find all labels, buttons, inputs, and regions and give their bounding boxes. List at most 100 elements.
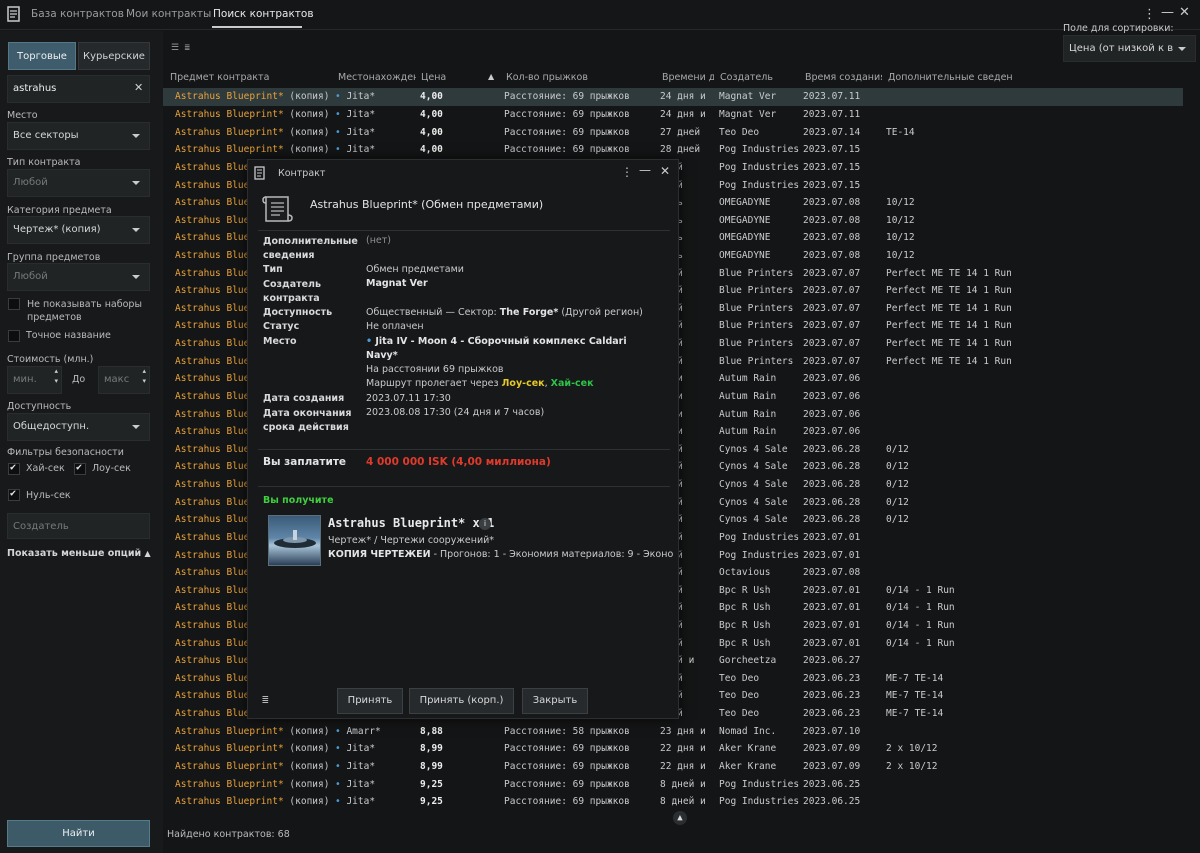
column-header-extra-info[interactable]: Дополнительные сведения <box>888 72 1012 83</box>
dialog-minimize-icon[interactable]: — <box>639 163 651 177</box>
trade-contracts-button[interactable]: Торговые <box>8 42 76 70</box>
kebab-menu-icon[interactable]: ⋮ <box>1143 7 1156 22</box>
hide-bundles-checkbox[interactable] <box>8 298 20 310</box>
region-link[interactable]: The Forge* <box>500 307 559 318</box>
sort-select[interactable]: Цена (от низкой к в <box>1063 35 1196 62</box>
chevron-up-icon: ▲ <box>144 549 151 558</box>
table-row[interactable]: Astrahus Blueprint* (копия) • Jita* 4,00 Ра… <box>163 88 1183 106</box>
blueprint-item-icon[interactable] <box>268 515 321 566</box>
info-icon[interactable]: i <box>479 518 491 530</box>
item-group-select[interactable]: Любой <box>7 263 150 291</box>
list-view-icon[interactable]: ☰ ≣ <box>171 43 190 53</box>
contract-dialog: Контракт ⋮ — ✕ Astrahus Blueprint* (Обме… <box>247 159 679 719</box>
created-date-cell: 2023.07.08 <box>803 214 861 226</box>
close-icon[interactable]: ✕ <box>1179 5 1190 20</box>
item-name[interactable]: Astrahus Blueprint* <box>175 761 284 772</box>
place-select[interactable]: Все секторы <box>7 122 150 150</box>
created-date-cell: 2023.07.07 <box>803 267 861 279</box>
expires-label: Дата окончания срока действия <box>263 408 352 433</box>
clear-search-icon[interactable]: ✕ <box>134 81 143 94</box>
availability-select[interactable]: Общедоступн. <box>7 413 150 441</box>
table-row[interactable]: Astrahus Blueprint* (копия) • Jita* 9,25 Ра… <box>163 776 1183 794</box>
dialog-menu-icon[interactable]: ⋮ <box>621 165 633 179</box>
stepper-icon[interactable]: ▴ ▾ <box>54 367 58 386</box>
table-row[interactable]: Astrahus Blueprint* (копия) • Jita* 9,25 Ра… <box>163 793 1183 811</box>
contract-type-select[interactable]: Любой <box>7 169 150 197</box>
creator-cell: Nomad Inc. <box>719 725 777 737</box>
extra-info-cell: Perfect ME TE 14 1 Run <box>886 320 1012 332</box>
table-row[interactable]: Astrahus Blueprint* (копия) • Jita* 4,00 Ра… <box>163 106 1183 124</box>
table-row[interactable]: Astrahus Blueprint* (копия) • Jita* 4,00 Ра… <box>163 124 1183 142</box>
table-row[interactable]: Astrahus Blueprint* (копия) • Jita* 8,99 Ра… <box>163 740 1183 758</box>
item-name[interactable]: Astrahus Blueprint* <box>175 127 284 138</box>
table-row[interactable]: Astrahus Blueprint* (копия) • Jita* 4,00 Ра… <box>163 141 1183 159</box>
item-name[interactable]: Astrahus Blueprint* <box>175 743 284 754</box>
tab-contract-base[interactable]: База контрактов <box>31 8 124 20</box>
creator-cell: Pog Industries <box>719 144 800 156</box>
jumps-cell: Расстояние: 58 прыжков <box>504 725 630 737</box>
creator-cell: OMEGADYNE <box>719 197 771 209</box>
tab-contract-search[interactable]: Поиск контрактов <box>213 8 314 20</box>
stepper-icon[interactable]: ▴ ▾ <box>142 367 146 386</box>
null-sec-checkbox[interactable] <box>8 488 20 501</box>
show-less-options-link[interactable]: Показать меньше опций ▲ <box>7 548 151 559</box>
column-header-creator[interactable]: Создатель <box>720 72 800 83</box>
creator-input[interactable]: Создатель <box>7 513 150 539</box>
created-date-cell: 2023.06.28 <box>803 461 861 473</box>
accept-corp-button[interactable]: Принять (корп.) <box>409 688 514 714</box>
price-cell: 9,25 <box>420 778 443 790</box>
item-category-select[interactable]: Чертеж* (копия) <box>7 216 150 244</box>
item-name[interactable]: Astrahus Blueprint* <box>175 109 284 120</box>
chevron-down-icon <box>132 425 140 429</box>
location-dot-icon: • <box>335 760 347 772</box>
scroll-up-icon[interactable]: ▲ <box>673 811 687 825</box>
price-to-label: До <box>72 374 86 385</box>
price-max-input[interactable]: макс ▴ ▾ <box>98 366 150 394</box>
extra-info-cell: 10/12 <box>886 249 915 261</box>
extra-info-cell: 10/12 <box>886 214 915 226</box>
location-link[interactable]: • Jita IV - Moon 4 - Сборочный комплекс … <box>366 336 627 347</box>
find-button[interactable]: Найти <box>7 820 150 847</box>
accept-button[interactable]: Принять <box>337 688 403 714</box>
creator-value[interactable]: Magnat Ver <box>366 278 428 289</box>
low-sec-checkbox[interactable] <box>74 462 86 475</box>
table-row[interactable]: Astrahus Blueprint* (копия) • Amarr* 8,88 Р… <box>163 723 1183 741</box>
time-left-cell: 28 дней <box>660 144 701 156</box>
column-header-created[interactable]: Время создания <box>805 72 882 83</box>
tab-my-contracts[interactable]: Мои контракты <box>126 8 211 20</box>
route-text: Маршрут пролегает через Лоу-сек, Хай-сек <box>366 378 594 389</box>
dialog-close-icon[interactable]: ✕ <box>660 164 670 178</box>
received-item-name[interactable]: Astrahus Blueprint* x 1 <box>328 516 494 530</box>
location-label: Место <box>263 336 297 347</box>
jumps-cell: Расстояние: 69 прыжков <box>504 743 630 755</box>
search-input[interactable]: astrahus <box>7 75 150 103</box>
table-row[interactable]: Astrahus Blueprint* (копия) • Jita* 8,99 Ра… <box>163 758 1183 776</box>
contract-type-value: Любой <box>13 177 48 188</box>
time-left-cell: 24 дня и <box>660 109 706 121</box>
column-header-price[interactable]: Цена ▲ <box>421 72 501 83</box>
security-filters-label: Фильтры безопасности <box>7 447 124 458</box>
price-min-placeholder: мин. <box>13 374 37 385</box>
you-pay-value: 4 000 000 ISK (4,00 миллиона) <box>366 456 551 468</box>
column-header-time-left[interactable]: Времени до <box>662 72 714 83</box>
close-button[interactable]: Закрыть <box>522 688 588 714</box>
item-name[interactable]: Astrahus Blueprint* <box>175 144 284 155</box>
item-name[interactable]: Astrahus Blueprint* <box>175 779 284 790</box>
extra-info-label: Дополнительные сведения <box>263 236 358 261</box>
column-header-jumps[interactable]: Кол-во прыжков <box>506 72 656 83</box>
column-header-item[interactable]: Предмет контракта <box>170 72 335 83</box>
minimize-icon[interactable]: — <box>1161 5 1174 20</box>
blueprint-copy-label: КОПИЯ ЧЕРТЕЖЕЙ <box>328 549 431 560</box>
list-menu-icon[interactable]: ≣ <box>262 693 269 706</box>
item-name[interactable]: Astrahus Blueprint* <box>175 91 284 102</box>
item-name[interactable]: Astrahus Blueprint* <box>175 726 284 737</box>
created-date-cell: 2023.07.08 <box>803 232 861 244</box>
courier-contracts-button[interactable]: Курьерские <box>78 42 150 70</box>
item-name[interactable]: Astrahus Blueprint* <box>175 796 284 807</box>
high-sec-checkbox[interactable] <box>8 462 20 475</box>
extra-info-cell: Perfect ME TE 14 1 Run <box>886 285 1012 297</box>
exact-name-checkbox[interactable] <box>8 330 20 342</box>
location-name: Jita* <box>346 126 376 138</box>
column-header-location[interactable]: Местонахождение <box>338 72 416 83</box>
price-min-input[interactable]: мин. ▴ ▾ <box>7 366 62 394</box>
